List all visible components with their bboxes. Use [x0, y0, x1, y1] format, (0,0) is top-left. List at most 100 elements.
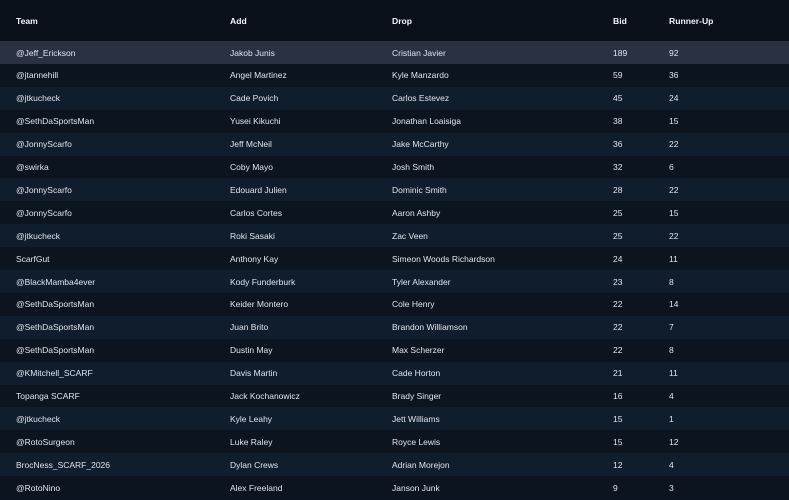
table-row[interactable]: ScarfGut Anthony Kay Simeon Woods Richards… — [0, 247, 789, 271]
runner-up-cell: 1 — [669, 413, 674, 424]
drop-cell: Josh Smith — [392, 162, 435, 172]
runner-up-cell: 3 — [669, 482, 674, 493]
add-cell: Juan Brito — [230, 322, 269, 333]
table-row[interactable]: @SethDaSportsMan Juan Brito Brandon Willia… — [0, 315, 789, 339]
table-row[interactable]: @jtkucheck Roki Sasaki Zac Veen 25 22 — [0, 224, 789, 248]
bid-cell: 23 — [613, 276, 623, 287]
table-row[interactable]: @JonnyScarfo Jeff McNeil Jake McCarthy 36 22 — [0, 132, 789, 156]
table-row[interactable]: @JonnyScarfo Carlos Cortes Aaron Ashby 25 15 — [0, 201, 789, 225]
drop-cell: Brady Singer — [392, 391, 442, 401]
runner-up-cell: 8 — [669, 276, 674, 287]
column-header-team[interactable]: Team — [16, 0, 38, 41]
bid-cell: 22 — [613, 299, 623, 310]
bid-cell: 45 — [613, 93, 623, 104]
column-header-runner-up[interactable]: Runner-Up — [669, 0, 713, 41]
bid-cell: 16 — [613, 391, 623, 401]
table-row[interactable]: @RotoNino Alex Freeland Janson Junk 9 3 — [0, 476, 789, 500]
drop-cell: Zac Veen — [392, 230, 428, 241]
team-cell: @JonnyScarfo — [16, 184, 72, 195]
drop-cell: Cristian Javier — [392, 47, 446, 58]
drop-cell: Simeon Woods Richardson — [392, 253, 495, 264]
runner-up-cell: 14 — [669, 299, 679, 310]
team-cell: @Jeff_Erickson — [16, 47, 76, 58]
table-row[interactable]: @SethDaSportsMan Keider Montero Cole Henry… — [0, 292, 789, 316]
column-header-add[interactable]: Add — [230, 0, 247, 41]
runner-up-cell: 22 — [669, 184, 679, 195]
add-cell: Jeff McNeil — [230, 139, 272, 150]
bid-cell: 15 — [613, 436, 623, 447]
team-cell: ScarfGut — [16, 253, 50, 264]
runner-up-cell: 11 — [669, 253, 678, 264]
drop-cell: Max Scherzer — [392, 345, 445, 356]
runner-up-cell: 4 — [669, 459, 674, 470]
add-cell: Jack Kochanowicz — [230, 391, 300, 401]
bid-cell: 25 — [613, 230, 623, 241]
team-cell: @jtannehill — [16, 70, 59, 81]
add-cell: Edouard Julien — [230, 184, 287, 195]
team-cell: @RotoNino — [16, 482, 61, 493]
drop-cell: Jonathan Loaisiga — [392, 116, 462, 127]
table-row[interactable]: @jtkucheck Cade Povich Carlos Estevez 45 24 — [0, 86, 789, 110]
add-cell: Luke Raley — [230, 436, 273, 447]
table-row[interactable]: @Jeff_Erickson Jakob Junis Cristian Javier… — [0, 41, 789, 64]
runner-up-cell: 22 — [669, 139, 679, 150]
table-row[interactable]: @KMitchell_SCARF Davis Martin Cade Horton 2… — [0, 361, 789, 385]
bid-cell: 38 — [613, 116, 623, 127]
bid-cell: 21 — [613, 368, 623, 379]
add-cell: Keider Montero — [230, 299, 289, 310]
table-row[interactable]: BrocNess_SCARF_2026 Dylan Crews Adrian Mor… — [0, 453, 789, 477]
runner-up-cell: 22 — [669, 230, 679, 241]
drop-cell: Carlos Estevez — [392, 93, 450, 104]
bid-cell: 24 — [613, 253, 623, 264]
table-row[interactable]: @jtannehill Angel Martinez Kyle Manzardo 59… — [0, 63, 789, 87]
bid-cell: 15 — [613, 413, 623, 424]
add-cell: Kyle Leahy — [230, 413, 273, 424]
table-row[interactable]: @BlackMamba4ever Kody Funderburk Tyler Ale… — [0, 270, 789, 293]
team-cell: @swirka — [16, 162, 49, 172]
add-cell: Yusei Kikuchi — [230, 116, 281, 127]
add-cell: Carlos Cortes — [230, 207, 282, 218]
add-cell: Dylan Crews — [230, 459, 279, 470]
column-header-drop[interactable]: Drop — [392, 0, 412, 41]
table-row[interactable]: Topanga SCARF Jack Kochanowicz Brady Singe… — [0, 384, 789, 408]
add-cell: Anthony Kay — [230, 253, 279, 264]
runner-up-cell: 15 — [669, 207, 679, 218]
team-cell: @SethDaSportsMan — [16, 299, 95, 310]
bid-cell: 59 — [613, 70, 623, 81]
table-row[interactable]: @JonnyScarfo Edouard Julien Dominic Smith 2… — [0, 178, 789, 202]
column-header-bid[interactable]: Bid — [613, 0, 627, 41]
bid-cell: 9 — [613, 482, 618, 493]
bid-cell: 25 — [613, 207, 623, 218]
bid-cell: 189 — [613, 47, 628, 58]
bid-cell: 22 — [613, 322, 623, 333]
drop-cell: Kyle Manzardo — [392, 70, 449, 81]
runner-up-cell: 92 — [669, 47, 679, 58]
table-row[interactable]: @jtkucheck Kyle Leahy Jett Williams 15 1 — [0, 407, 789, 431]
team-cell: @KMitchell_SCARF — [16, 368, 93, 379]
waiver-results-table: Team Add Drop Bid Runner-Up @Jeff_Ericks… — [0, 0, 789, 500]
table-row[interactable]: @swirka Coby Mayo Josh Smith 32 6 — [0, 155, 789, 179]
team-cell: BrocNess_SCARF_2026 — [16, 459, 111, 470]
drop-cell: Royce Lewis — [392, 436, 441, 447]
team-cell: @jtkucheck — [16, 93, 61, 104]
team-cell: @JonnyScarfo — [16, 207, 72, 218]
drop-cell: Cade Horton — [392, 368, 441, 379]
runner-up-cell: 24 — [669, 93, 679, 104]
team-cell: @SethDaSportsMan — [16, 116, 95, 127]
add-cell: Cade Povich — [230, 93, 279, 104]
runner-up-cell: 11 — [669, 368, 678, 379]
drop-cell: Jett Williams — [392, 413, 440, 424]
team-cell: @JonnyScarfo — [16, 139, 72, 150]
drop-cell: Cole Henry — [392, 299, 435, 310]
table-row[interactable]: @RotoSurgeon Luke Raley Royce Lewis 15 12 — [0, 430, 789, 454]
runner-up-cell: 6 — [669, 162, 674, 172]
bid-cell: 28 — [613, 184, 623, 195]
bid-cell: 22 — [613, 345, 623, 356]
add-cell: Angel Martinez — [230, 70, 287, 81]
drop-cell: Dominic Smith — [392, 184, 447, 195]
team-cell: Topanga SCARF — [16, 391, 80, 401]
drop-cell: Adrian Morejon — [392, 459, 450, 470]
table-row[interactable]: @SethDaSportsMan Yusei Kikuchi Jonathan Lo… — [0, 109, 789, 133]
bid-cell: 36 — [613, 139, 623, 150]
table-row[interactable]: @SethDaSportsMan Dustin May Max Scherzer 22… — [0, 338, 789, 362]
